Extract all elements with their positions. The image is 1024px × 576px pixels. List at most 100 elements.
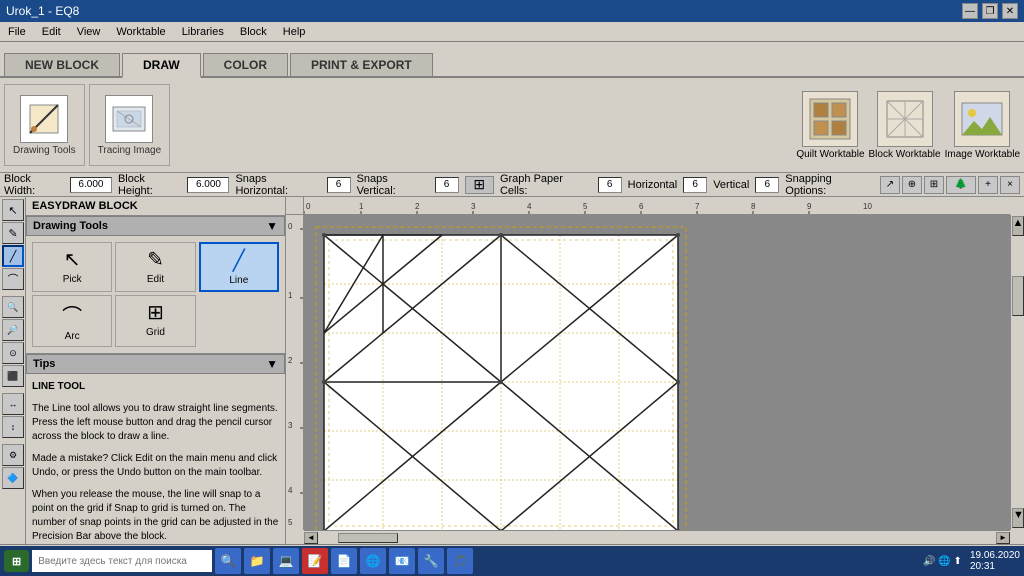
vscroll-up[interactable]: ▲: [1012, 216, 1024, 236]
arc-label: Arc: [65, 331, 80, 342]
graph-paper-input[interactable]: [598, 177, 622, 193]
block-worktable-icon[interactable]: [877, 91, 933, 147]
block-height-input[interactable]: [187, 177, 229, 193]
tips-p0: The Line tool allows you to draw straigh…: [32, 402, 279, 444]
left-tool-3[interactable]: ╱: [2, 245, 24, 267]
menu-view[interactable]: View: [73, 25, 105, 39]
system-tray: 🔊 🌐 ⬆ 19.06.202020:31: [923, 550, 1020, 572]
left-tool-2[interactable]: ✎: [2, 222, 24, 244]
tab-print-export[interactable]: PRINT & EXPORT: [290, 53, 433, 76]
maximize-button[interactable]: ❐: [982, 3, 998, 19]
taskbar-icon-7[interactable]: 📧: [389, 548, 415, 574]
drawing-tools-header-label: Drawing Tools: [33, 220, 108, 232]
top-ruler: 0 1 2 3 4 5 6 7 8: [304, 197, 1010, 215]
left-tool-4[interactable]: ⌒: [2, 268, 24, 290]
snap-btn-6[interactable]: ×: [1000, 176, 1020, 194]
graph-paper-label: Graph Paper Cells:: [500, 173, 592, 197]
block-worktable-label: Block Worktable: [869, 149, 941, 160]
left-tool-9[interactable]: ↔: [2, 393, 24, 415]
svg-text:2: 2: [415, 202, 420, 211]
left-tool-6[interactable]: 🔎: [2, 319, 24, 341]
svg-text:3: 3: [471, 202, 476, 211]
vscroll-thumb[interactable]: [1012, 276, 1024, 316]
snaps-horizontal-input[interactable]: [327, 177, 351, 193]
drawing-tools-collapse[interactable]: ▼: [266, 219, 278, 233]
tool-edit[interactable]: ✎ Edit: [115, 242, 195, 292]
main-area: ↖ ✎ ╱ ⌒ 🔍 🔎 ⊙ ⬛ ↔ ↕ ⚙ 🔷 EASYDRAW BLOCK D…: [0, 197, 1024, 544]
menu-worktable[interactable]: Worktable: [112, 25, 169, 39]
graph-paper-icon[interactable]: ⊞: [465, 176, 494, 194]
tracing-image-icon[interactable]: [105, 95, 153, 143]
taskbar-icon-9[interactable]: 🎵: [447, 548, 473, 574]
tab-color[interactable]: COLOR: [203, 53, 288, 76]
tab-new-block[interactable]: NEW BLOCK: [4, 53, 120, 76]
tracing-image-label: Tracing Image: [98, 145, 162, 156]
taskbar-icon-8[interactable]: 🔧: [418, 548, 444, 574]
menu-help[interactable]: Help: [279, 25, 310, 39]
snap-btn-4[interactable]: 🌲: [946, 176, 976, 194]
taskbar-search[interactable]: [32, 550, 212, 572]
left-tool-8[interactable]: ⬛: [2, 365, 24, 387]
hscroll-thumb[interactable]: [338, 533, 398, 543]
start-button[interactable]: ⊞: [4, 550, 29, 572]
horizontal-input[interactable]: [683, 177, 707, 193]
tracing-image-group: Tracing Image: [89, 84, 171, 166]
hscroll-left[interactable]: ◄: [304, 532, 318, 544]
left-tool-10[interactable]: ↕: [2, 416, 24, 438]
vscroll-down[interactable]: ▼: [1012, 508, 1024, 528]
image-worktable-group: Image Worktable: [945, 91, 1020, 160]
right-tools: Quilt Worktable Block Worktable: [796, 91, 1020, 160]
tool-arc[interactable]: ⌒ Arc: [32, 295, 112, 347]
taskbar-icon-5[interactable]: 📄: [331, 548, 357, 574]
tab-draw[interactable]: DRAW: [122, 53, 201, 78]
horizontal-scrollbar[interactable]: ◄ ►: [304, 530, 1010, 544]
taskbar-icon-6[interactable]: 🌐: [360, 548, 386, 574]
drawing-canvas-area[interactable]: [304, 215, 1010, 530]
taskbar-icon-2[interactable]: 📁: [244, 548, 270, 574]
menu-bar: File Edit View Worktable Libraries Block…: [0, 22, 1024, 42]
taskbar-icon-3[interactable]: 💻: [273, 548, 299, 574]
drawing-tools-section: Drawing Tools ▼ ↖ Pick ✎ Edit ╱ Line ⌒: [26, 216, 285, 354]
svg-text:3: 3: [288, 421, 293, 430]
hscroll-right[interactable]: ►: [996, 532, 1010, 544]
grid-label: Grid: [146, 327, 165, 338]
snap-btn-5[interactable]: +: [978, 176, 998, 194]
tips-header-label: Tips: [33, 358, 55, 370]
close-button[interactable]: ✕: [1002, 3, 1018, 19]
left-tool-5[interactable]: 🔍: [2, 296, 24, 318]
taskbar-icon-1[interactable]: 🔍: [215, 548, 241, 574]
tool-grid[interactable]: ⊞ Grid: [115, 295, 195, 347]
pick-icon: ↖: [64, 247, 81, 272]
menu-libraries[interactable]: Libraries: [178, 25, 228, 39]
left-tool-1[interactable]: ↖: [2, 199, 24, 221]
horizontal-label: Horizontal: [628, 179, 678, 191]
image-worktable-icon[interactable]: [954, 91, 1010, 147]
snap-btn-1[interactable]: ↗: [880, 176, 900, 194]
left-tool-7[interactable]: ⊙: [2, 342, 24, 364]
minimize-button[interactable]: —: [962, 3, 978, 19]
block-worktable-group: Block Worktable: [869, 91, 941, 160]
snap-btn-2[interactable]: ⊕: [902, 176, 922, 194]
quilt-worktable-icon[interactable]: [802, 91, 858, 147]
left-tool-11[interactable]: ⚙: [2, 444, 24, 466]
left-tool-12[interactable]: 🔷: [2, 467, 24, 489]
menu-edit[interactable]: Edit: [38, 25, 65, 39]
menu-file[interactable]: File: [4, 25, 30, 39]
vertical-input[interactable]: [755, 177, 779, 193]
vertical-scrollbar[interactable]: ▲ ▼: [1010, 215, 1024, 530]
menu-block[interactable]: Block: [236, 25, 271, 39]
tips-collapse[interactable]: ▼: [266, 357, 278, 371]
taskbar-icon-4[interactable]: 📝: [302, 548, 328, 574]
tool-line[interactable]: ╱ Line: [199, 242, 279, 292]
quilt-worktable-group: Quilt Worktable: [796, 91, 864, 160]
quilt-worktable-label: Quilt Worktable: [796, 149, 864, 160]
block-width-input[interactable]: [70, 177, 112, 193]
snaps-vertical-input[interactable]: [435, 177, 459, 193]
precision-bar: Block Width: Block Height: Snaps Horizon…: [0, 173, 1024, 197]
drawing-svg[interactable]: [304, 215, 1010, 530]
svg-text:10: 10: [863, 202, 872, 211]
drawing-tools-icon[interactable]: [20, 95, 68, 143]
drawing-tools-header: Drawing Tools ▼: [26, 216, 285, 236]
snap-btn-3[interactable]: ⊞: [924, 176, 944, 194]
tool-pick[interactable]: ↖ Pick: [32, 242, 112, 292]
